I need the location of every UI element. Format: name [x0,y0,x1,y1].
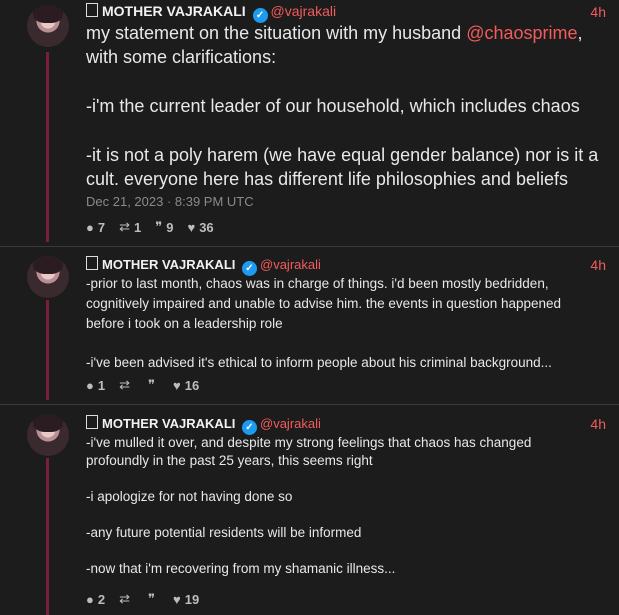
repost-icon: ⇄ [119,219,130,234]
post-time[interactable]: 4h [590,257,606,273]
reply-count[interactable]: ● 7 [86,219,105,235]
skull-icon [86,3,98,17]
quote-count[interactable]: ❞ 9 [155,219,173,235]
reply-count[interactable]: ● 2 [86,591,105,607]
quote-icon: ❞ [148,591,155,606]
repost-count[interactable]: ⇄ [119,591,134,607]
quote-icon: ❞ [148,377,155,392]
post-time[interactable]: 4h [590,4,606,20]
post-header: MOTHER VAJRAKALI ✓ @vajrakali [86,3,336,23]
post-stats: ● 7 ⇄ 1 ❞ 9 ♥ 36 [86,219,214,235]
post-time[interactable]: 4h [590,416,606,432]
quote-icon: ❞ [155,219,163,234]
author-handle[interactable]: @vajrakali [260,257,321,272]
author-name[interactable]: MOTHER VAJRAKALI [102,257,235,272]
thread-line [46,52,49,242]
post-header: MOTHER VAJRAKALI ✓ @vajrakali [86,415,321,435]
avatar[interactable] [27,414,69,456]
comment-icon: ● [86,219,94,235]
skull-icon [86,256,98,270]
heart-icon: ♥ [187,219,196,235]
like-count[interactable]: ♥ 36 [187,219,213,235]
thread-line [46,458,49,615]
author-name[interactable]: MOTHER VAJRAKALI [102,3,246,19]
comment-icon: ● [86,591,94,607]
divider [0,404,619,405]
author-handle[interactable]: @vajrakali [260,416,321,431]
post-body: -i've mulled it over, and despite my str… [86,435,532,576]
post-stats: ● 2 ⇄ ❞ ♥ 19 [86,591,199,607]
quote-count[interactable]: ❞ [148,377,159,393]
verified-icon: ✓ [242,420,257,435]
skull-icon [86,415,98,429]
post-body: -prior to last month, chaos was in charg… [86,276,562,371]
divider [0,246,619,247]
avatar[interactable] [27,5,69,47]
thread-line [46,300,49,400]
repost-count[interactable]: ⇄ [119,377,134,393]
post-body: my statement on the situation with my hu… [86,23,599,190]
mention-link[interactable]: @chaosprime [466,23,577,43]
post-stats: ● 1 ⇄ ❞ ♥ 16 [86,377,199,393]
post-header: MOTHER VAJRAKALI ✓ @vajrakali [86,256,321,276]
comment-icon: ● [86,377,94,393]
like-count[interactable]: ♥ 16 [173,377,199,393]
heart-icon: ♥ [173,377,181,393]
heart-icon: ♥ [173,591,181,607]
avatar[interactable] [27,256,69,298]
post-date[interactable]: Dec 21, 2023 · 8:39 PM UTC [86,194,254,209]
reply-count[interactable]: ● 1 [86,377,105,393]
repost-icon: ⇄ [119,591,130,606]
author-handle[interactable]: @vajrakali [271,3,337,19]
author-name[interactable]: MOTHER VAJRAKALI [102,416,235,431]
repost-count[interactable]: ⇄ 1 [119,219,141,235]
quote-count[interactable]: ❞ [148,591,159,607]
like-count[interactable]: ♥ 19 [173,591,199,607]
repost-icon: ⇄ [119,377,130,392]
